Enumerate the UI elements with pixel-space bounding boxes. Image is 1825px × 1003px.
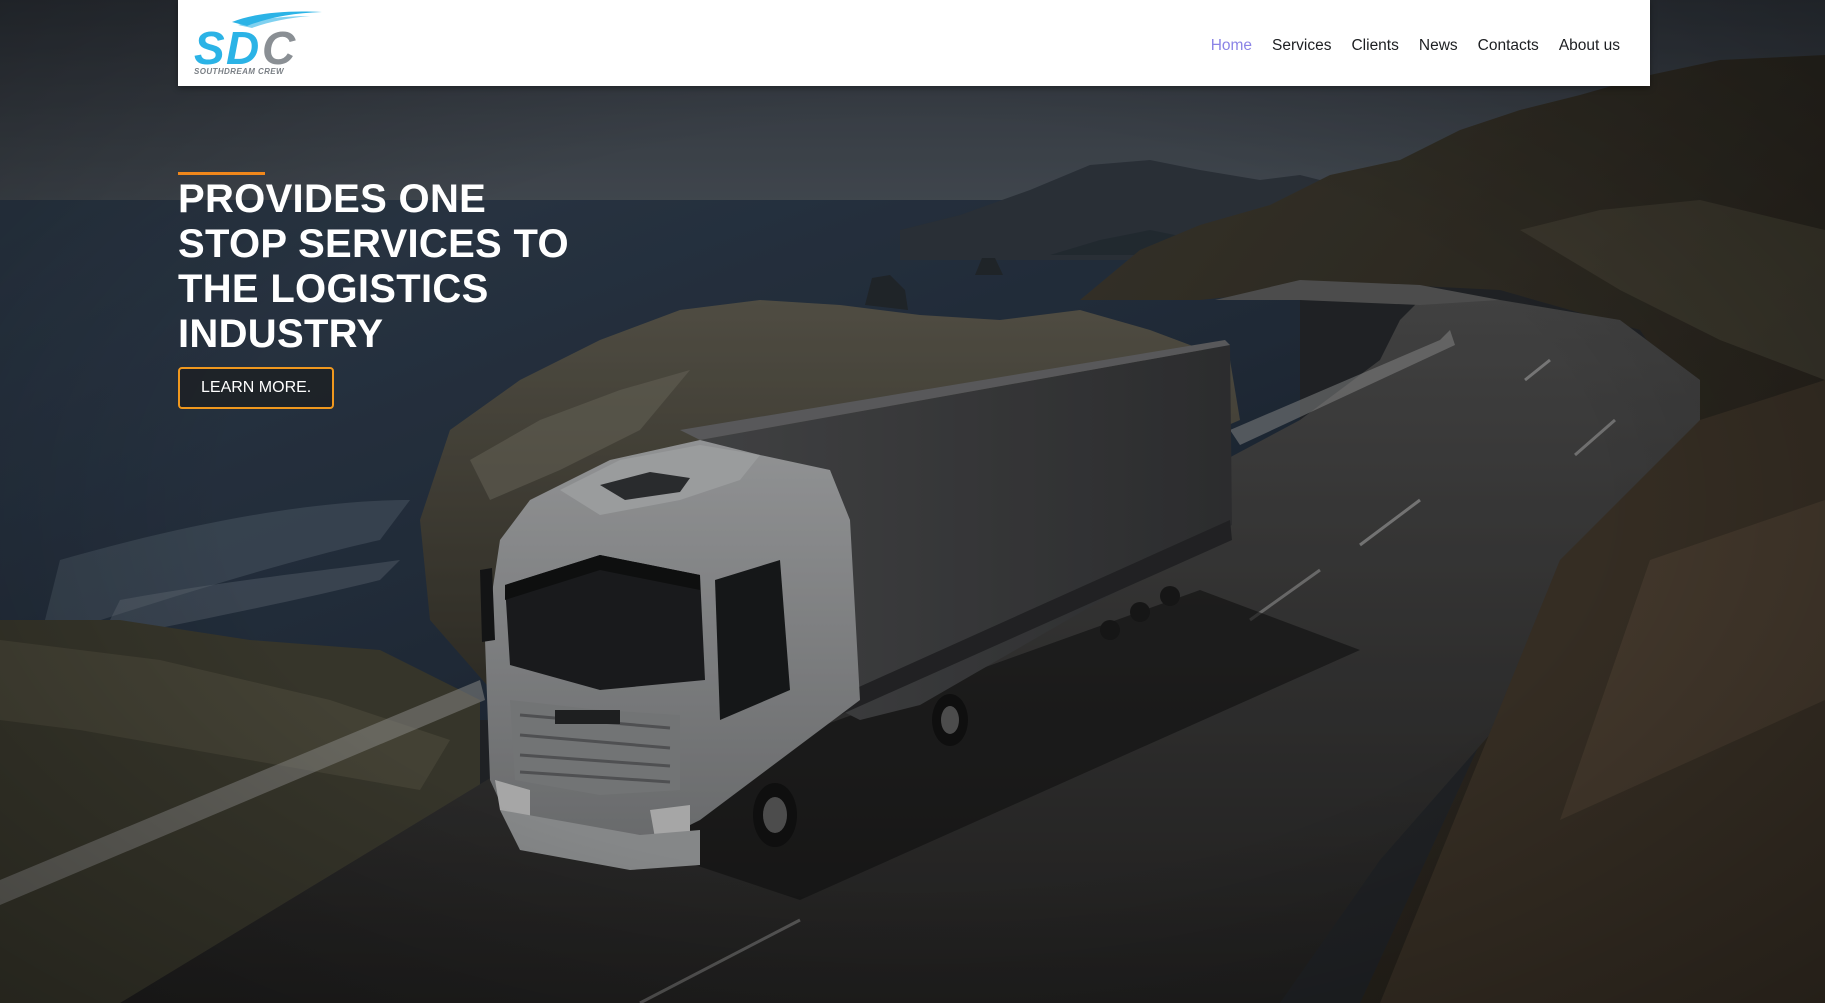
logo-letter-s: S: [194, 22, 225, 68]
headline-accent-line: [178, 172, 265, 175]
logo-letter-d: D: [226, 22, 259, 68]
nav-item-about-us[interactable]: About us: [1549, 36, 1630, 56]
hero-headline: PROVIDES ONE STOP SERVICES TO THE LOGIST…: [178, 177, 569, 356]
hero-content: PROVIDES ONE STOP SERVICES TO THE LOGIST…: [178, 172, 598, 409]
nav-item-contacts[interactable]: Contacts: [1468, 36, 1549, 56]
hero-background-image: [0, 0, 1825, 1003]
nav-item-home[interactable]: Home: [1201, 36, 1262, 56]
page: S D C SOUTHDREAM CREW Home Services Clie…: [0, 0, 1825, 1003]
learn-more-button[interactable]: LEARN MORE.: [178, 367, 335, 409]
nav-item-news[interactable]: News: [1409, 36, 1468, 56]
site-header: S D C SOUTHDREAM CREW Home Services Clie…: [178, 0, 1650, 86]
logo-letter-c: C: [262, 22, 296, 68]
logo-tagline: SOUTHDREAM CREW: [194, 67, 284, 76]
main-nav: Home Services Clients News Contacts Abou…: [1201, 36, 1630, 56]
nav-item-clients[interactable]: Clients: [1341, 36, 1408, 56]
sdc-logo[interactable]: S D C SOUTHDREAM CREW: [192, 8, 322, 80]
nav-item-services[interactable]: Services: [1262, 36, 1341, 56]
